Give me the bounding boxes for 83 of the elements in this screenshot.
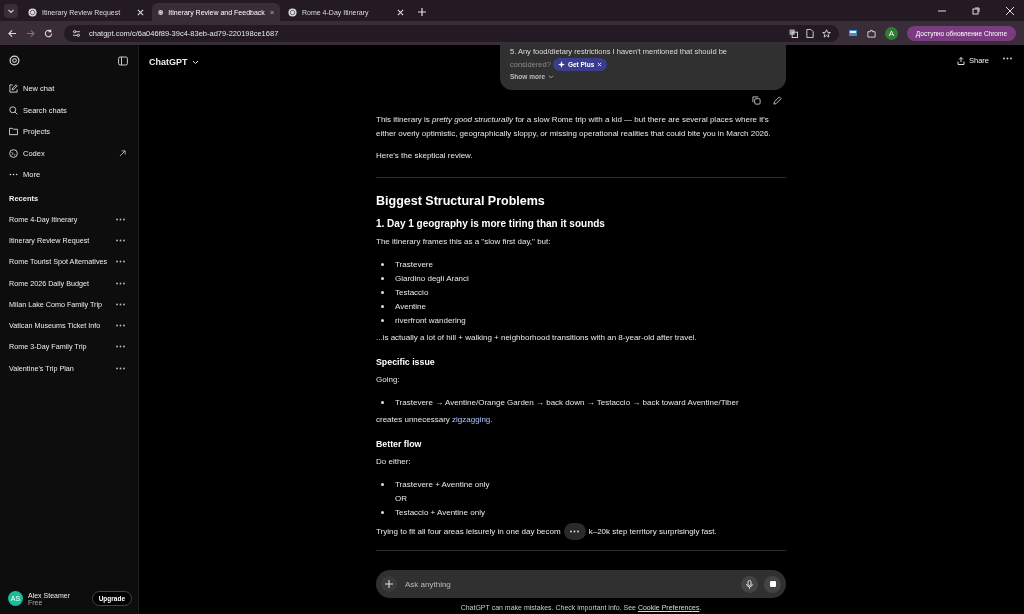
- bullet-icon: [381, 400, 384, 404]
- external-link-icon: [119, 149, 126, 157]
- more-icon[interactable]: [116, 260, 125, 264]
- pencil-icon: [9, 84, 18, 94]
- more-icon: [570, 530, 580, 533]
- close-icon[interactable]: [137, 8, 144, 16]
- more-icon[interactable]: [116, 281, 125, 285]
- microphone-icon: [746, 579, 753, 589]
- folder-icon: [9, 127, 18, 137]
- bullet-icon: [381, 510, 384, 514]
- search-icon: [9, 105, 18, 115]
- new-tab-icon[interactable]: [418, 8, 426, 16]
- list-item: Trastevere → Aventine/Orange Garden → back down → Testaccio → back toward Aventine/Tiber: [395, 397, 739, 407]
- paragraph: ...is actually a lot of hill + walking + neighborhood transitions with an 8-year-old after travel.: [376, 332, 698, 344]
- more-icon[interactable]: [116, 366, 125, 370]
- restore-icon[interactable]: [972, 7, 980, 15]
- chevron-down-icon: [7, 7, 15, 15]
- star-icon[interactable]: [821, 28, 831, 38]
- paragraph: k–20k step territory surprisingly fast.: [588, 525, 717, 538]
- subsection-heading: 1. Day 1 geography is more tiring than it sounds: [376, 218, 606, 229]
- paragraph: Trying to fit all four areas leisurely in one day becom: [376, 525, 561, 538]
- bullet-icon: [381, 318, 384, 322]
- list-item: riverfront wandering: [395, 315, 466, 325]
- list-item: Testaccio: [395, 287, 429, 297]
- close-icon[interactable]: [397, 8, 404, 16]
- message-composer[interactable]: Ask anything: [376, 570, 786, 598]
- add-button[interactable]: [381, 576, 397, 592]
- paragraph: The itinerary frames this as a "slow first day," but:: [376, 236, 552, 248]
- favicon-icon: [28, 7, 37, 17]
- terminal-icon: [9, 148, 18, 158]
- list-item: Testaccio + Aventine only: [395, 507, 485, 517]
- subheading: Specific issue: [376, 357, 436, 367]
- sparkle-icon: [557, 61, 565, 68]
- more-button[interactable]: [563, 523, 586, 540]
- tab-search-button[interactable]: [4, 4, 18, 18]
- bullet-icon: [381, 482, 384, 486]
- site-settings-icon[interactable]: [72, 28, 81, 38]
- favicon-icon: [288, 7, 297, 17]
- close-icon[interactable]: [1006, 7, 1014, 15]
- profile-avatar[interactable]: A: [884, 26, 898, 40]
- more-icon[interactable]: [116, 217, 125, 221]
- back-icon[interactable]: [8, 28, 17, 38]
- paragraph: Going:: [376, 374, 401, 386]
- list-item: Giardino degli Aranci: [395, 273, 469, 283]
- bullet-icon: [381, 304, 384, 308]
- message-input[interactable]: Ask anything: [403, 578, 735, 590]
- chevron-down-icon: [191, 59, 199, 65]
- sidebar-toggle-icon[interactable]: [118, 55, 128, 66]
- bullet-icon: [381, 262, 384, 266]
- translate-icon[interactable]: [788, 28, 798, 38]
- pencil-icon[interactable]: [773, 96, 782, 105]
- more-icon[interactable]: [116, 345, 125, 349]
- list-item: Trastevere + Aventine only: [395, 479, 490, 489]
- paragraph: Here's the skeptical review.: [376, 150, 474, 162]
- forward-icon[interactable]: [26, 28, 35, 38]
- more-icon[interactable]: [116, 324, 125, 328]
- plus-icon: [385, 580, 393, 588]
- document-icon[interactable]: [805, 28, 814, 38]
- more-icon[interactable]: [116, 238, 125, 242]
- puzzle-icon[interactable]: [866, 28, 876, 38]
- logo-icon[interactable]: [9, 55, 20, 66]
- bullet-icon: [381, 290, 384, 294]
- chevron-down-icon: [548, 74, 555, 79]
- more-icon[interactable]: [1003, 57, 1012, 60]
- more-icon[interactable]: [116, 302, 125, 306]
- subheading: Better flow: [376, 439, 423, 449]
- list-item: Aventine: [395, 301, 426, 311]
- microphone-button[interactable]: [741, 575, 758, 593]
- bullet-icon: [381, 276, 384, 280]
- extension-icon[interactable]: [847, 28, 858, 38]
- stop-button[interactable]: [764, 575, 781, 593]
- share-icon: [957, 56, 965, 65]
- model-selector[interactable]: ChatGPT: [149, 57, 199, 67]
- copy-icon[interactable]: [752, 96, 761, 105]
- paragraph: Do either:: [376, 456, 412, 468]
- paragraph: This itinerary is pretty good structurally for a slow Rome trip with a kid — but there are several places where it's either overly optimistic, geographically sloppy, or missing operational realities that could bite you in March 2026.: [376, 114, 772, 140]
- favicon-icon: [158, 7, 164, 17]
- minimize-icon[interactable]: [938, 7, 946, 15]
- reload-icon[interactable]: [44, 28, 53, 38]
- list-item: OR: [395, 493, 407, 503]
- section-heading: Biggest Structural Problems: [376, 194, 546, 208]
- paragraph: creates unnecessary zigzagging.: [376, 414, 494, 426]
- list-item: Trastevere: [395, 259, 433, 269]
